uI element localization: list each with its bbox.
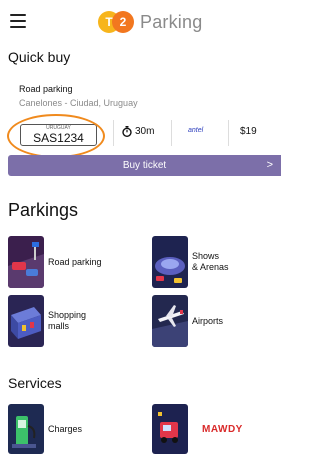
carrier-logo[interactable]: antel [188,127,203,134]
quick-buy-title: Quick buy [8,49,71,65]
ticket-price: $19 [240,126,257,137]
tile-label: Airports [192,315,224,326]
parkings-title: Parkings [8,200,79,220]
duration-value: 30m [135,126,155,137]
stopwatch-icon [122,126,132,137]
app-name: Parking [140,11,203,32]
duration-option[interactable]: 30m [122,126,154,137]
arena-icon [152,236,188,288]
tow-truck-icon [152,404,188,454]
app-brand: T 2 Parking [98,10,202,34]
top-bar: T 2 Parking [0,0,281,44]
tile-label: Charges [48,423,83,434]
mawdy-logo: MAWDY [202,423,243,435]
logo-2: 2 [112,11,134,33]
mall-icon [8,295,44,347]
buy-ticket-label: Buy ticket [122,160,167,171]
road-parking-icon [8,236,44,288]
license-plate[interactable]: URUGUAY SAS1234 [20,124,97,146]
plate-number: SAS1234 [33,131,84,145]
zone-title: Road parking [19,84,73,94]
t2-logo: T 2 [98,10,136,34]
divider [171,120,172,146]
tile-label: Road parking [48,256,102,267]
parking-airports[interactable]: Airports [152,295,223,347]
parking-road[interactable]: Road parking [8,236,102,288]
buy-ticket-button[interactable]: Buy ticket > [8,155,281,176]
services-title: Services [8,375,62,391]
chevron-right-icon: > [266,159,273,171]
tile-label: Shopping malls [48,310,87,331]
divider [113,120,114,146]
menu-icon[interactable] [10,14,26,28]
service-charges[interactable]: Charges [8,404,82,454]
airport-icon [152,295,188,347]
service-mawdy[interactable]: MAWDY [152,404,243,454]
zone-location: Canelones - Ciudad, Uruguay [19,98,138,108]
charging-station-icon [8,404,44,454]
divider [228,120,229,146]
parking-shopping-malls[interactable]: Shopping malls [8,295,86,347]
parking-shows-arenas[interactable]: Shows & Arenas [152,236,229,288]
tile-label: Shows & Arenas [192,251,229,272]
